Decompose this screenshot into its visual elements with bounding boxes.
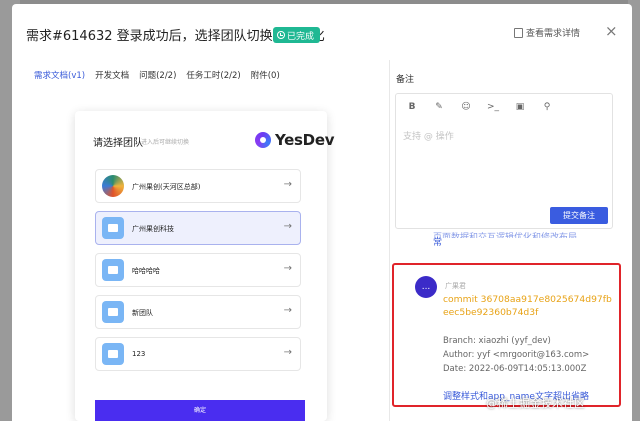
team-name: 123 — [132, 350, 146, 358]
commit-author: Author: yyf <mrgoorit@163.com> — [443, 350, 590, 360]
team-name: 广州果创科技 — [132, 225, 174, 233]
editor-toolbar: B ✎ ☺ >_ ▣ ⚲ — [406, 102, 553, 112]
team-item[interactable]: 123 → — [95, 337, 301, 371]
image-icon[interactable]: ▣ — [514, 102, 526, 112]
notes-title: 备注 — [396, 75, 415, 85]
tab-issues[interactable]: 问题(2/2) — [139, 69, 176, 81]
arrow-right-icon: → — [283, 305, 292, 316]
logo-text: YesDev — [275, 131, 335, 149]
team-name: 新团队 — [132, 309, 153, 317]
team-name: 哈哈哈哈 — [132, 267, 160, 275]
commit-date: Date: 2022-06-09T14:05:13.000Z — [443, 364, 587, 374]
briefcase-icon — [102, 217, 124, 239]
arrow-right-icon: → — [283, 221, 292, 232]
team-select-preview: 请选择团队 进入后可继续切换 YesDev 广州果创(天河区总部) → 广州果创… — [75, 111, 335, 421]
briefcase-icon — [102, 343, 124, 365]
tab-requirement-doc[interactable]: 需求文档(v1) — [34, 69, 85, 81]
commit-hash: commit 36708aa917e8025674d97fbeec5be9236… — [443, 294, 612, 318]
doc-tabs: 需求文档(v1) 开发文档 问题(2/2) 任务工时(2/2) 附件(0) — [34, 69, 280, 81]
panel-divider — [389, 60, 390, 421]
status-badge: 已完成 — [273, 27, 321, 43]
document-icon — [514, 27, 523, 38]
arrow-right-icon: → — [283, 263, 292, 274]
link-icon[interactable]: ⚲ — [541, 102, 553, 112]
code-icon[interactable]: >_ — [487, 102, 499, 112]
status-label: 已完成 — [287, 31, 315, 42]
view-detail-link[interactable]: 查看需求详情 — [514, 26, 580, 39]
watermark: @稀土掘金技术社区 — [486, 397, 585, 410]
emoji-icon[interactable]: ☺ — [460, 102, 472, 112]
confirm-button[interactable]: 确定 — [95, 400, 305, 421]
view-detail-label: 查看需求详情 — [526, 29, 581, 39]
preview-title: 请选择团队 — [93, 138, 143, 149]
notes-input[interactable]: 支持 @ 操作 — [403, 129, 454, 142]
team-item[interactable]: 新团队 → — [95, 295, 301, 329]
tab-task-hours[interactable]: 任务工时(2/2) — [186, 69, 240, 81]
pen-icon[interactable]: ✎ — [433, 102, 445, 112]
yesdev-logo-icon — [255, 132, 271, 148]
globe-logo-icon — [102, 175, 124, 197]
commit-branch: Branch: xiaozhi (yyf_dev) — [443, 336, 551, 346]
avatar: ... — [415, 276, 437, 298]
close-icon[interactable]: × — [605, 22, 618, 40]
team-item[interactable]: 广州果创(天河区总部) → — [95, 169, 301, 203]
bold-icon[interactable]: B — [406, 102, 418, 112]
briefcase-icon — [102, 301, 124, 323]
comment-author: 广果君 — [445, 282, 466, 290]
submit-note-button[interactable]: 提交备注 — [550, 207, 608, 224]
previous-comment-cut-line: 页面数据和交互逻辑优化和修改布局 — [433, 233, 578, 238]
briefcase-icon — [102, 259, 124, 281]
notes-editor[interactable]: B ✎ ☺ >_ ▣ ⚲ 支持 @ 操作 提交备注 — [395, 93, 613, 229]
modal-header: 需求#614632 登录成功后，选择团队切换交互优化 已完成 查看需求详情 × — [12, 4, 632, 60]
tab-dev-doc[interactable]: 开发文档 — [95, 69, 129, 81]
preview-subtitle: 进入后可继续切换 — [141, 139, 190, 146]
arrow-right-icon: → — [283, 179, 292, 190]
team-item[interactable]: 哈哈哈哈 → — [95, 253, 301, 287]
team-item-selected[interactable]: 广州果创科技 → — [95, 211, 301, 245]
arrow-right-icon: → — [283, 347, 292, 358]
yesdev-logo: YesDev — [255, 131, 335, 149]
previous-comment-tail: 页面数据和交互逻辑优化和修改布局 常 — [433, 233, 577, 249]
tab-attachments[interactable]: 附件(0) — [251, 69, 280, 81]
team-name: 广州果创(天河区总部) — [132, 183, 201, 191]
clock-icon — [277, 31, 285, 39]
previous-comment-end: 常 — [433, 238, 443, 248]
